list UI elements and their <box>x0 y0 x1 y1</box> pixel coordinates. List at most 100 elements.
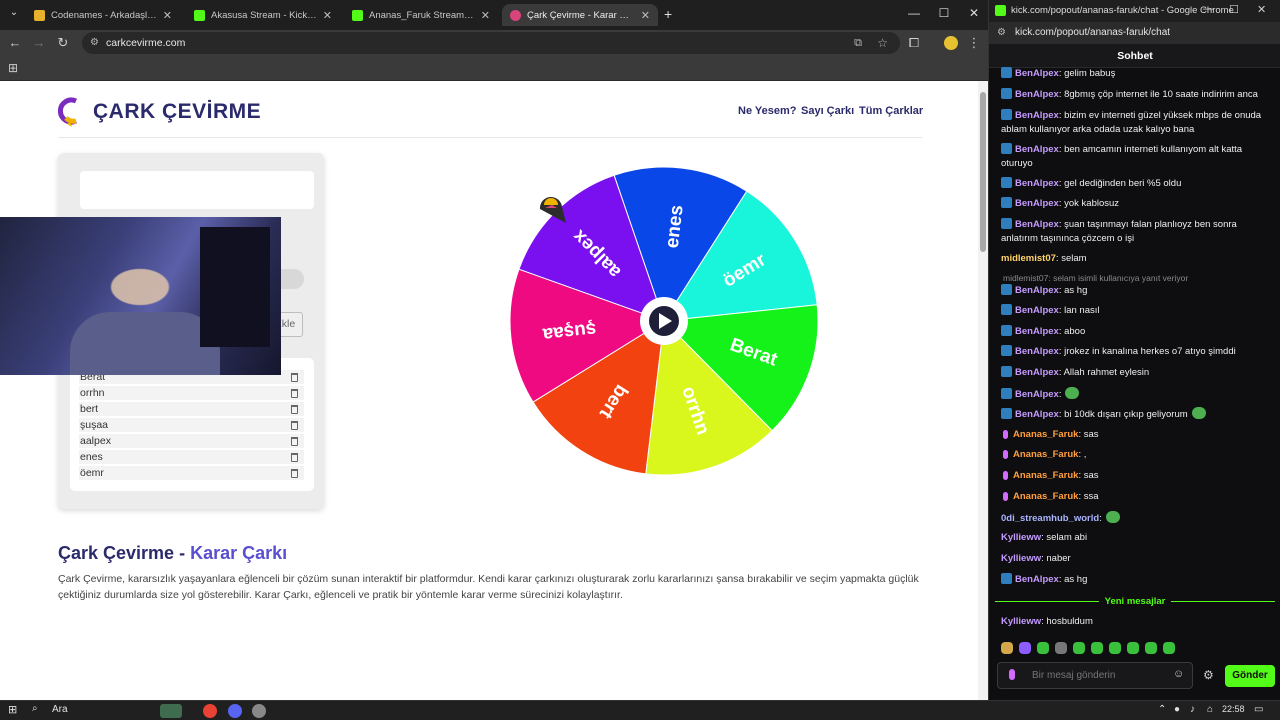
chrome-taskbar-icon[interactable] <box>203 704 217 718</box>
trash-icon[interactable] <box>291 404 298 414</box>
chat-username[interactable]: BenAlpex <box>1015 144 1059 155</box>
tray-chevron-icon[interactable]: ⌃ <box>1158 704 1166 715</box>
chat-username[interactable]: Ananas_Faruk <box>1013 429 1078 440</box>
emote-icon[interactable] <box>1127 642 1139 654</box>
nav-sayi-carki[interactable]: Sayı Çarkı <box>801 105 854 117</box>
install-app-icon[interactable]: ⧉ <box>854 32 862 54</box>
chat-username[interactable]: BenAlpex <box>1015 305 1059 316</box>
minimize-icon[interactable]: — <box>1203 3 1214 15</box>
taskbar-search-icon[interactable]: ⌕ <box>32 703 38 714</box>
chat-message-text: : bi 10dk dışarı çıkıp geliyorum <box>1058 409 1188 420</box>
taskbar-search-label[interactable]: Ara <box>52 704 68 715</box>
emote-icon[interactable] <box>1145 642 1157 654</box>
emote-icon[interactable] <box>1001 642 1013 654</box>
tab-ananas[interactable]: Ananas_Faruk Stream - Kick Dashbo... ✕ <box>344 4 498 26</box>
tab-close-icon[interactable]: ✕ <box>323 9 332 22</box>
trash-icon[interactable] <box>291 436 298 446</box>
chat-username[interactable]: 0di_streamhub_world <box>1001 513 1099 524</box>
chat-username[interactable]: BenAlpex <box>1015 110 1059 121</box>
maximize-icon[interactable]: ☐ <box>1229 3 1239 16</box>
chat-username[interactable]: BenAlpex <box>1015 178 1059 189</box>
menu-kebab-icon[interactable]: ⋮ <box>966 35 982 51</box>
chat-username[interactable]: Kyllieww <box>1001 616 1041 627</box>
chat-username[interactable]: Kyllieww <box>1001 553 1041 564</box>
chat-message-input[interactable] <box>997 662 1193 689</box>
chat-url-bar[interactable]: ⚙ kick.com/popout/ananas-faruk/chat <box>989 22 1280 44</box>
chat-username[interactable]: BenAlpex <box>1015 326 1059 337</box>
option-label: enes <box>80 451 103 463</box>
chat-username[interactable]: BenAlpex <box>1015 198 1059 209</box>
chat-username[interactable]: BenAlpex <box>1015 574 1059 585</box>
emoji-icon[interactable]: ☺ <box>1173 668 1184 680</box>
emote-icon[interactable] <box>1073 642 1085 654</box>
close-window-icon[interactable]: ✕ <box>964 6 984 20</box>
emote-icon[interactable] <box>1109 642 1121 654</box>
chat-username[interactable]: BenAlpex <box>1015 285 1059 296</box>
trash-icon[interactable] <box>291 468 298 478</box>
chat-username[interactable]: BenAlpex <box>1015 219 1059 230</box>
chat-username[interactable]: Ananas_Faruk <box>1013 491 1078 502</box>
address-bar[interactable]: ⚙ carkcevirme.com ⧉ ☆ <box>82 32 900 54</box>
chat-message: Kyllieww: naber <box>1001 552 1269 566</box>
new-tab-button[interactable]: + <box>664 6 672 22</box>
chat-username[interactable]: BenAlpex <box>1015 346 1059 357</box>
trash-icon[interactable] <box>291 452 298 462</box>
profile-avatar[interactable] <box>944 36 958 50</box>
tray-volume-icon[interactable]: ♪ <box>1190 704 1195 715</box>
chat-username[interactable]: Kyllieww <box>1001 532 1041 543</box>
notifications-icon[interactable]: ▭ <box>1254 704 1263 715</box>
tab-cark-cevirme[interactable]: Çark Çevirme - Karar Çarkı! ✕ <box>502 4 658 26</box>
tab-close-icon[interactable]: ✕ <box>641 9 650 22</box>
discord-taskbar-icon[interactable] <box>228 704 242 718</box>
trash-icon[interactable] <box>291 388 298 398</box>
chat-username[interactable]: midlemist07 <box>1001 253 1056 264</box>
trash-icon[interactable] <box>291 372 298 382</box>
send-button[interactable]: Gönder <box>1225 665 1275 687</box>
apps-grid-icon[interactable]: ⊞ <box>8 61 18 75</box>
obs-taskbar-icon[interactable] <box>252 704 266 718</box>
maximize-icon[interactable]: ☐ <box>934 6 954 20</box>
site-info-icon[interactable]: ⚙ <box>90 32 99 54</box>
emote-icon[interactable] <box>1055 642 1067 654</box>
tab-close-icon[interactable]: ✕ <box>481 9 490 22</box>
forward-icon[interactable]: → <box>31 35 47 51</box>
chat-username[interactable]: Ananas_Faruk <box>1013 449 1078 460</box>
trash-icon[interactable] <box>291 420 298 430</box>
minimize-icon[interactable]: — <box>904 6 924 20</box>
tab-codenames[interactable]: Codenames - Arkadaşlarınızla çevrim... ✕ <box>26 4 180 26</box>
emote-icon[interactable] <box>1037 642 1049 654</box>
url-text: carkcevirme.com <box>106 37 186 49</box>
taskbar-clock[interactable]: 22:58 <box>1222 704 1245 714</box>
windows-start-icon[interactable]: ⊞ <box>8 703 17 716</box>
chat-settings-icon[interactable]: ⚙ <box>1203 668 1214 682</box>
nav-ne-yesem[interactable]: Ne Yesem? <box>738 105 797 117</box>
tab-search-icon[interactable]: ⌄ <box>6 7 22 23</box>
bookmark-star-icon[interactable]: ☆ <box>877 32 888 54</box>
taskbar-app-icon[interactable] <box>160 704 182 718</box>
emote-icon[interactable] <box>1019 642 1031 654</box>
chat-username[interactable]: BenAlpex <box>1015 89 1059 100</box>
reload-icon[interactable]: ↻ <box>55 35 71 51</box>
tray-mic-icon[interactable]: ● <box>1174 704 1180 715</box>
emote-icon[interactable] <box>1163 642 1175 654</box>
emote-icon[interactable] <box>1091 642 1103 654</box>
nav-tum-carklar[interactable]: Tüm Çarklar <box>859 105 923 117</box>
chat-username[interactable]: BenAlpex <box>1015 367 1059 378</box>
tab-close-icon[interactable]: ✕ <box>163 9 172 22</box>
chat-username[interactable]: BenAlpex <box>1015 409 1059 420</box>
site-logo-text[interactable]: ÇARK ÇEVİRME <box>93 100 261 124</box>
back-icon[interactable]: ← <box>7 35 23 51</box>
site-logo-icon[interactable] <box>58 97 82 127</box>
site-info-icon[interactable]: ⚙ <box>997 22 1006 44</box>
extensions-icon[interactable]: ⧠ <box>906 35 922 51</box>
chat-username[interactable]: BenAlpex <box>1015 68 1059 79</box>
chat-message-text: : selam <box>1055 253 1087 264</box>
close-window-icon[interactable]: ✕ <box>1257 3 1266 16</box>
chat-username[interactable]: Ananas_Faruk <box>1013 470 1078 481</box>
chat-username[interactable]: BenAlpex <box>1015 389 1059 400</box>
tab-akasusa[interactable]: Akasusa Stream - Kick Dashboard ✕ <box>186 4 340 26</box>
chat-message-text: : as hg <box>1058 285 1088 296</box>
scrollbar-thumb[interactable] <box>980 92 986 252</box>
tray-network-icon[interactable]: ⌂ <box>1207 704 1213 715</box>
subscriber-badge-icon <box>1001 388 1012 399</box>
